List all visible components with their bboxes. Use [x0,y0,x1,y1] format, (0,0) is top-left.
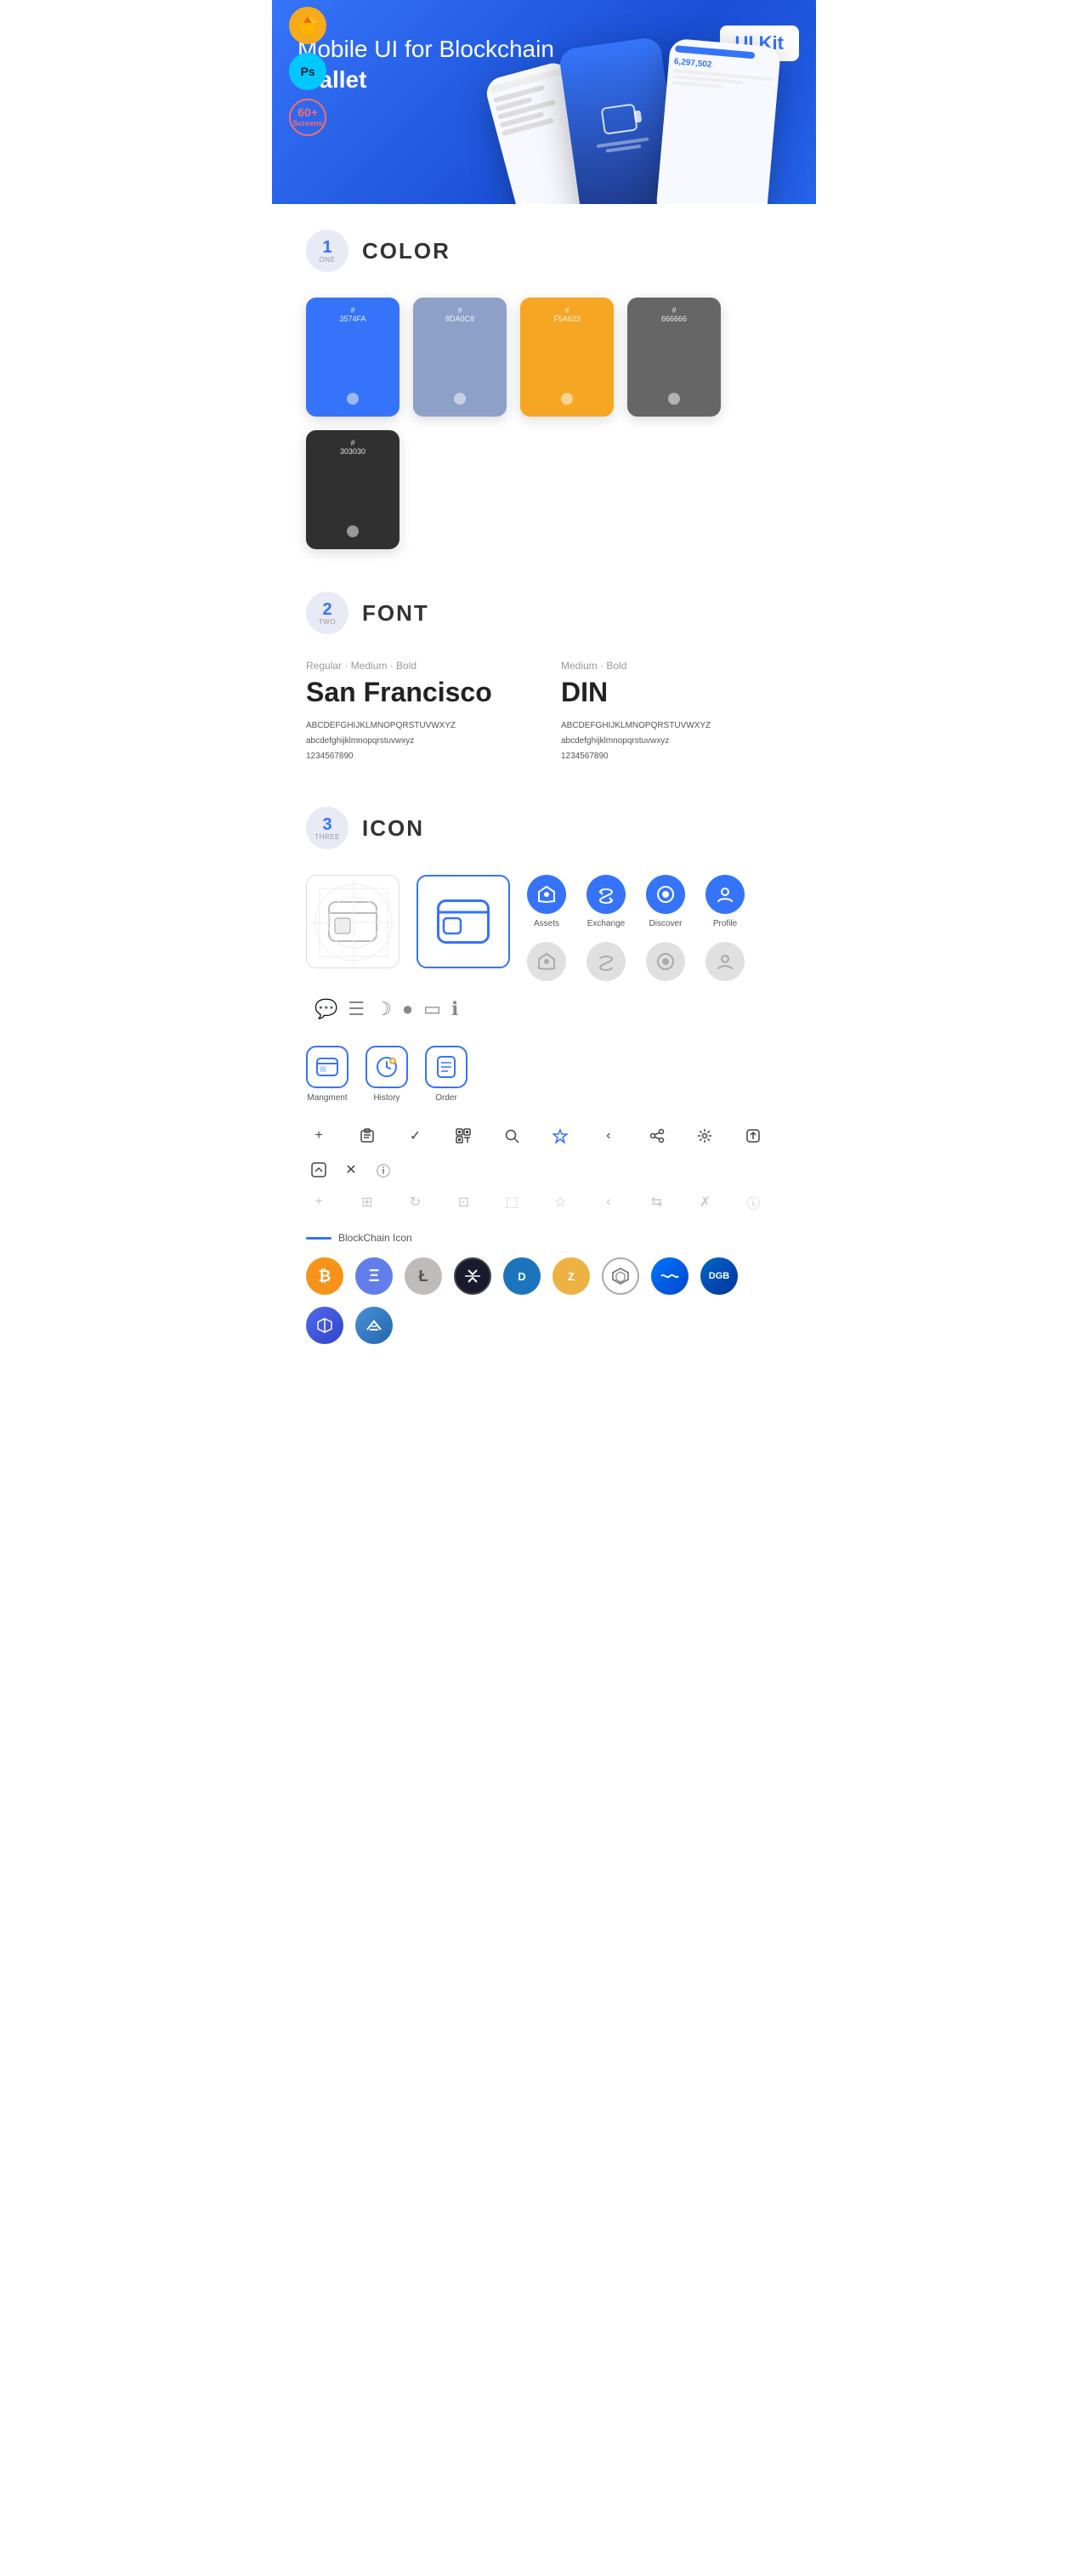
icon-section-title: ICON [362,815,424,842]
small-icon-grid-faded: + ⊞ ↻ ⊡ ⬚ ☆ ‹ ⇆ ✗ ⓘ [306,1189,782,1215]
star-icon [547,1123,573,1149]
crypto-bitcoin: ₿ [306,1257,343,1295]
moon-icon: ☽ [375,998,392,1020]
badges-row: Ps 60+ Screens [289,7,326,136]
font-section-header: 2 TWO FONT [306,592,782,634]
color-swatch-orange: #F5A623 [520,298,614,417]
icon-wireframe [306,875,400,968]
ps-badge: Ps [289,53,326,90]
crypto-dash: D [503,1257,541,1295]
icon-section: 3 THREE ICON [306,807,782,1344]
app-icon-management: Mangment [306,1046,348,1103]
chat-icon: 💬 [314,998,337,1020]
nav-icon-assets-gray [527,942,566,981]
font-grid: Regular · Medium · Bold San Francisco AB… [306,660,782,764]
app-icon-order: Order [425,1046,468,1103]
font-section-title: FONT [362,600,429,627]
search-icon [499,1123,524,1149]
stack-icon: ☰ [348,998,365,1020]
crypto-ethereum: Ξ [355,1257,393,1295]
color-swatch-grayblue: #8DA0C8 [413,298,507,417]
color-section-header: 1 ONE COLOR [306,230,782,272]
color-section: 1 ONE COLOR #3574FA #8DA0C8 #F5A623 #666… [306,230,782,549]
app-icon-row: Mangment History [306,1046,782,1103]
color-section-number: 1 ONE [306,230,348,272]
qr-icon [450,1123,476,1149]
crypto-waves [651,1257,688,1295]
checkmark-icon: ✓ [403,1123,428,1149]
crypto-nano [355,1307,393,1344]
x-icon: ✕ [338,1157,364,1183]
extra-icons: 💬 ☰ ☽ ● ▭ ℹ [314,998,458,1020]
info-icon: ℹ [451,998,458,1020]
nav-icon-assets: Assets [527,875,566,928]
nav-icons-container: Assets Exchange [527,875,745,981]
message-icon: ▭ [423,998,441,1020]
font-section-number: 2 TWO [306,592,348,634]
nav-icon-profile: Profile [706,875,745,928]
icon-final [416,875,510,968]
color-swatch-dark: #303030 [306,430,400,549]
nav-icon-exchange-gray [586,942,626,981]
back-icon: ‹ [596,1123,621,1149]
clipboard-icon [354,1123,380,1149]
icon-construction-area [306,875,510,968]
nav-icon-exchange: Exchange [586,875,626,928]
upload-icon [740,1123,766,1149]
crypto-litecoin: Ł [405,1257,442,1295]
color-swatch-blue: #3574FA [306,298,400,417]
crypto-zcash: Z [552,1257,590,1295]
app-icon-history: History [366,1046,408,1103]
nav-icon-profile-gray [706,942,745,981]
nav-icon-discover: Discover [646,875,685,928]
swap-icon-row: ✕ ⓘ [306,1157,782,1183]
crypto-xrp [454,1257,491,1295]
settings-icon [692,1123,717,1149]
color-swatch-gray: #666666 [627,298,721,417]
crypto-gridcoin [602,1257,639,1295]
sketch-badge [289,7,326,44]
info2-icon: ⓘ [371,1157,396,1183]
icon-nav-grid-inactive [527,942,745,981]
plus-icon: + [306,1123,332,1149]
icon-nav-grid-active: Assets Exchange [527,875,745,928]
font-card-sf: Regular · Medium · Bold San Francisco AB… [306,660,527,764]
screens-badge: 60+ Screens [289,99,326,136]
hero-section: Mobile UI for Blockchain Wallet UI Kit P… [272,0,816,204]
main-content: 1 ONE COLOR #3574FA #8DA0C8 #F5A623 #666… [272,204,816,1412]
color-section-title: COLOR [362,238,450,264]
icon-section-header: 3 THREE ICON [306,807,782,849]
swap-icon [306,1157,332,1183]
nav-icon-discover-gray [646,942,685,981]
small-icon-grid: + ✓ [306,1123,782,1149]
icon-grid-main: Assets Exchange [306,875,782,1020]
font-card-din: Medium · Bold DIN ABCDEFGHIJKLMNOPQRSTUV… [561,660,782,764]
crypto-band [306,1307,343,1344]
font-section: 2 TWO FONT Regular · Medium · Bold San F… [306,592,782,764]
phone-mockup-3: 6,297,502 [655,38,781,204]
circle-icon: ● [402,998,413,1020]
color-swatches: #3574FA #8DA0C8 #F5A623 #666666 #303030 [306,298,782,549]
crypto-digibyte: DGB [700,1257,738,1295]
phones-area: 6,297,502 [502,34,816,204]
icon-section-number: 3 THREE [306,807,348,849]
crypto-icons-row: ₿ Ξ Ł D Z [306,1257,782,1344]
share-icon [644,1123,670,1149]
blockchain-label: BlockChain Icon [306,1232,782,1244]
